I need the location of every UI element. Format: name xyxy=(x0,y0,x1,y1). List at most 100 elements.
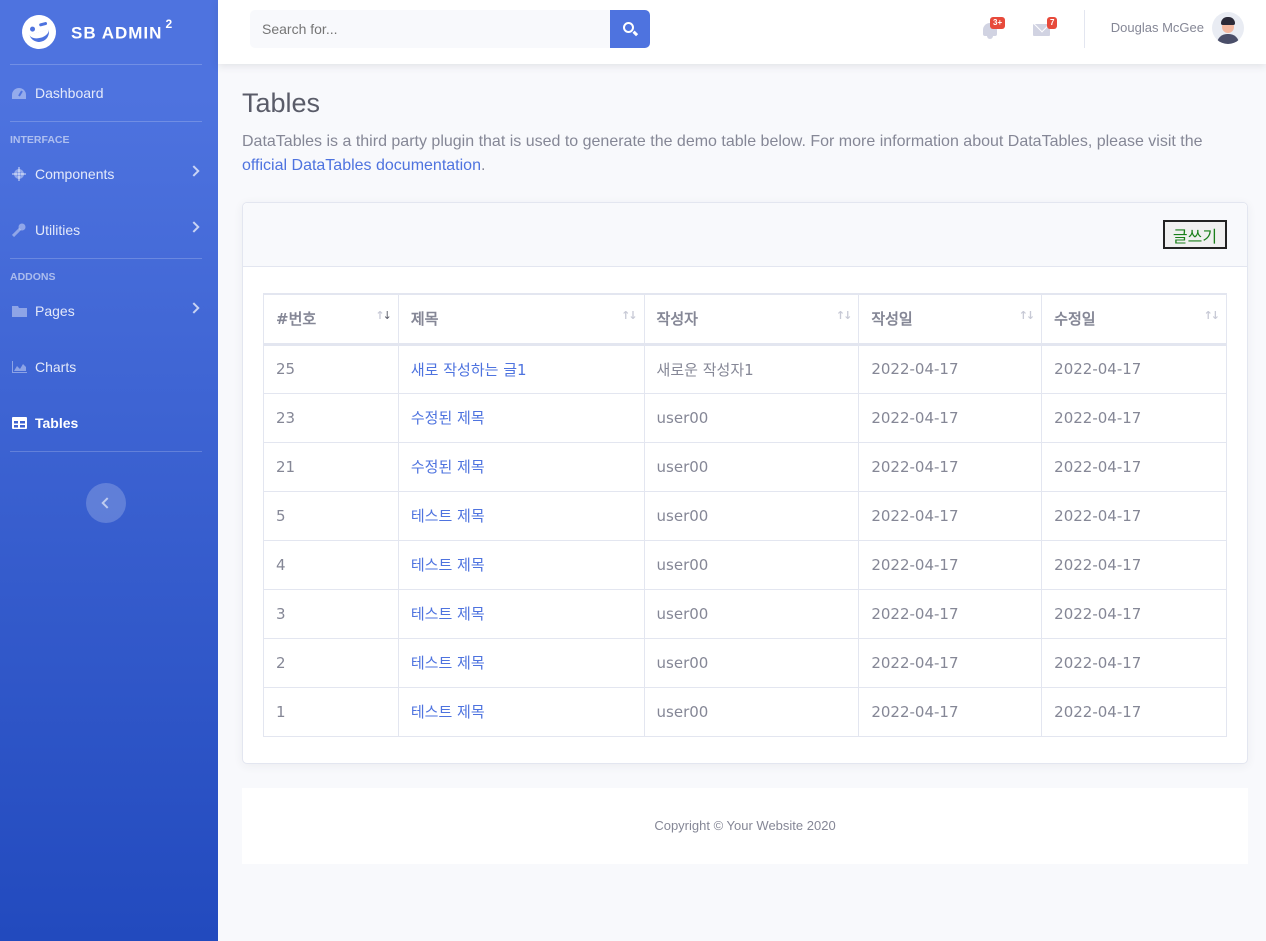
cell-moddate: 2022-04-17 xyxy=(1041,343,1227,394)
chevron-right-icon xyxy=(188,165,200,177)
table-row: 2 테스트 제목 user00 2022-04-17 2022-04-17 xyxy=(263,637,1227,688)
brand-link[interactable]: SB ADMIN 2 xyxy=(0,0,218,64)
search-button[interactable] xyxy=(610,10,650,48)
cell-moddate: 2022-04-17 xyxy=(1041,539,1227,590)
post-title-link[interactable]: 테스트 제목 xyxy=(397,490,645,541)
table-row: 3 테스트 제목 user00 2022-04-17 2022-04-17 xyxy=(263,588,1227,639)
search-input[interactable] xyxy=(250,10,610,48)
cell-number: 1 xyxy=(263,686,399,737)
table-header-row: #번호 ↑↓ 제목 ↑↓ 작성자 ↑↓ 작성일 ↑↓ 수정일 ↑↓ xyxy=(263,293,1227,346)
cell-moddate: 2022-04-17 xyxy=(1041,588,1227,639)
page-description: DataTables is a third party plugin that … xyxy=(242,130,1242,178)
cell-moddate: 2022-04-17 xyxy=(1041,441,1227,492)
cell-number: 3 xyxy=(263,588,399,639)
sidebar-item-label: Charts xyxy=(35,359,77,375)
cell-number: 23 xyxy=(263,392,399,443)
footer: Copyright © Your Website 2020 xyxy=(242,788,1248,864)
wrench-icon xyxy=(11,223,27,237)
avatar[interactable] xyxy=(1212,12,1244,44)
sort-desc-icon: ↑↓ xyxy=(375,309,392,322)
sidebar-item-tables[interactable]: Tables xyxy=(0,395,218,451)
sidebar-item-pages[interactable]: Pages xyxy=(0,283,218,339)
chevron-right-icon xyxy=(188,221,200,233)
copyright-text: Copyright © Your Website 2020 xyxy=(654,818,836,833)
laugh-wink-icon xyxy=(18,11,60,53)
brand-name: SB ADMIN 2 xyxy=(71,16,174,43)
post-title-link[interactable]: 수정된 제목 xyxy=(397,392,645,443)
table-row: 1 테스트 제목 user00 2022-04-17 2022-04-17 xyxy=(263,686,1227,737)
datatables-doc-link[interactable]: official DataTables documentation xyxy=(242,157,481,174)
sidebar-item-components[interactable]: Components xyxy=(0,146,218,202)
sidebar-item-label: Utilities xyxy=(35,222,81,238)
data-table: #번호 ↑↓ 제목 ↑↓ 작성자 ↑↓ 작성일 ↑↓ 수정일 ↑↓ 25 새로 작성하는 글… xyxy=(263,293,1227,737)
cell-writer: user00 xyxy=(643,686,860,737)
card-header: 글쓰기 xyxy=(243,203,1247,267)
cell-number: 21 xyxy=(263,441,399,492)
cell-number: 2 xyxy=(263,637,399,688)
sidebar: SB ADMIN 2 Dashboard INTERFACE Components… xyxy=(0,0,218,941)
cell-regdate: 2022-04-17 xyxy=(858,441,1043,492)
cell-regdate: 2022-04-17 xyxy=(858,490,1043,541)
sort-icon: ↑↓ xyxy=(1203,309,1221,322)
column-header-number[interactable]: #번호 ↑↓ xyxy=(263,293,399,346)
cell-moddate: 2022-04-17 xyxy=(1041,637,1227,688)
sidebar-item-label: Tables xyxy=(35,415,79,431)
cell-regdate: 2022-04-17 xyxy=(858,392,1043,443)
page-title: Tables xyxy=(242,88,321,118)
cell-regdate: 2022-04-17 xyxy=(858,588,1043,639)
sort-icon: ↑↓ xyxy=(835,309,853,322)
cell-moddate: 2022-04-17 xyxy=(1041,490,1227,541)
post-title-link[interactable]: 테스트 제목 xyxy=(397,686,645,737)
sidebar-item-dashboard[interactable]: Dashboard xyxy=(0,65,218,121)
table-row: 5 테스트 제목 user00 2022-04-17 2022-04-17 xyxy=(263,490,1227,541)
chart-area-icon xyxy=(11,360,27,374)
table-row: 23 수정된 제목 user00 2022-04-17 2022-04-17 xyxy=(263,392,1227,443)
column-header-title[interactable]: 제목 ↑↓ xyxy=(397,293,645,346)
cell-number: 4 xyxy=(263,539,399,590)
cell-writer: user00 xyxy=(643,539,860,590)
cell-moddate: 2022-04-17 xyxy=(1041,686,1227,737)
table-icon xyxy=(11,416,27,430)
cell-regdate: 2022-04-17 xyxy=(858,637,1043,688)
sidebar-item-label: Components xyxy=(35,166,115,182)
cell-number: 25 xyxy=(263,343,399,394)
topbar: 3+ 7 Douglas McGee xyxy=(218,0,1266,64)
table-card: 글쓰기 #번호 ↑↓ 제목 ↑↓ 작성자 ↑↓ 작성일 ↑↓ 수정일 ↑↓ 25 새로 작성… xyxy=(242,202,1248,764)
sidebar-item-charts[interactable]: Charts xyxy=(0,339,218,395)
search-form xyxy=(250,10,650,48)
post-title-link[interactable]: 테스트 제목 xyxy=(397,637,645,688)
post-title-link[interactable]: 새로 작성하는 글1 xyxy=(397,343,645,394)
cell-regdate: 2022-04-17 xyxy=(858,343,1043,394)
sidebar-divider xyxy=(10,451,202,452)
post-title-link[interactable]: 테스트 제목 xyxy=(397,588,645,639)
cell-writer: 새로운 작성자1 xyxy=(643,343,860,394)
search-icon xyxy=(623,22,634,33)
page-description-text: DataTables is a third party plugin that … xyxy=(242,133,1203,150)
write-button[interactable]: 글쓰기 xyxy=(1163,220,1227,249)
sidebar-item-label: Pages xyxy=(35,303,75,319)
sidebar-heading-addons: ADDONS xyxy=(10,271,56,283)
sidebar-toggle-button[interactable] xyxy=(86,483,126,523)
cell-writer: user00 xyxy=(643,490,860,541)
post-title-link[interactable]: 수정된 제목 xyxy=(397,441,645,492)
messages-button[interactable]: 7 xyxy=(1033,17,1058,40)
cell-writer: user00 xyxy=(643,392,860,443)
cell-moddate: 2022-04-17 xyxy=(1041,392,1227,443)
column-header-writer[interactable]: 작성자 ↑↓ xyxy=(643,293,860,346)
alerts-button[interactable]: 3+ xyxy=(980,17,1006,40)
sort-icon: ↑↓ xyxy=(621,309,638,322)
chevron-right-icon xyxy=(188,302,200,314)
sidebar-item-utilities[interactable]: Utilities xyxy=(0,202,218,258)
cell-writer: user00 xyxy=(643,441,860,492)
cell-regdate: 2022-04-17 xyxy=(858,686,1043,737)
sidebar-heading-interface: INTERFACE xyxy=(10,134,70,146)
cell-number: 5 xyxy=(263,490,399,541)
column-header-regdate[interactable]: 작성일 ↑↓ xyxy=(858,293,1043,346)
post-title-link[interactable]: 테스트 제목 xyxy=(397,539,645,590)
sort-icon: ↑↓ xyxy=(1018,309,1036,322)
cog-icon xyxy=(11,167,27,181)
folder-icon xyxy=(11,304,27,318)
user-name[interactable]: Douglas McGee xyxy=(1111,20,1204,35)
alerts-badge: 3+ xyxy=(990,17,1006,29)
column-header-moddate[interactable]: 수정일 ↑↓ xyxy=(1041,293,1227,346)
